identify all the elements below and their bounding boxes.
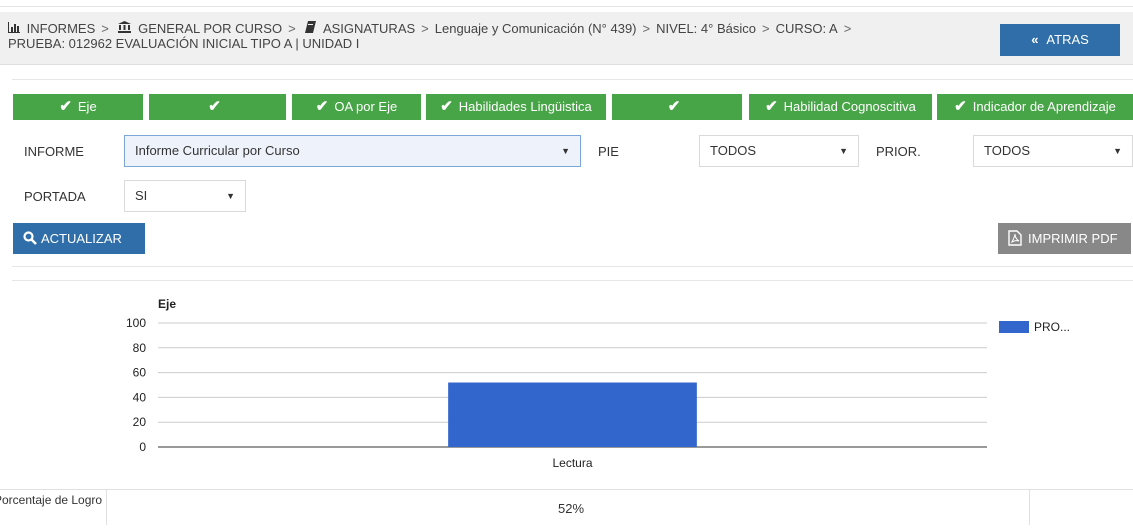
check-icon: ✔ [954, 98, 967, 115]
divider [12, 266, 1133, 267]
porcentaje-logro-value: 52% [113, 490, 1030, 525]
bar-lectura [448, 382, 697, 447]
check-icon: ✔ [59, 98, 72, 115]
top-divider [0, 6, 1133, 7]
breadcrumb-separator: > [288, 21, 296, 36]
check-icon: ✔ [208, 98, 221, 115]
informe-label: INFORME [24, 144, 84, 159]
atras-label: ATRAS [1046, 32, 1089, 47]
portada-select-value: SI [135, 188, 148, 203]
pie-label: PIE [598, 144, 619, 159]
divider [12, 79, 1133, 80]
check-icon: ✔ [440, 98, 453, 115]
x-tick-label: Lectura [552, 456, 592, 470]
report-tabs: ✔ Eje ✔ ✔ OA por Eje ✔ Habilidades Lingüist… [13, 94, 1133, 120]
breadcrumb-general[interactable]: GENERAL POR CURSO [138, 21, 282, 36]
tab-habilidad-cognoscitiva[interactable]: ✔ Habilidad Cognoscitiva [749, 94, 932, 120]
breadcrumb: INFORMES > GENERAL POR CURSO > ASIGNATURAS… [8, 21, 968, 51]
y-tick-label: 0 [139, 440, 146, 454]
y-tick-label: 20 [133, 415, 147, 429]
tab-label: Indicador de Aprendizaje [972, 99, 1116, 114]
caret-down-icon: ▼ [561, 146, 570, 156]
pdf-file-icon [1008, 230, 1022, 246]
tab-habilidades-linguistica[interactable]: ✔ Habilidades Lingüistica [426, 94, 606, 120]
caret-down-icon: ▼ [839, 146, 848, 156]
tab-label: Eje [77, 99, 97, 114]
bank-icon [115, 21, 135, 36]
porcentaje-logro-label: Porcentaje de Logro [0, 490, 107, 525]
breadcrumb-separator: > [642, 21, 651, 36]
y-tick-label: 60 [133, 366, 147, 380]
divider [12, 280, 1133, 281]
caret-down-icon: ▼ [1113, 146, 1122, 156]
breadcrumb-asignaturas[interactable]: ASIGNATURAS [323, 21, 415, 36]
tab-unlabeled-2[interactable]: ✔ [612, 94, 742, 120]
y-tick-label: 80 [133, 341, 147, 355]
breadcrumb-separator: > [421, 21, 429, 36]
imprimir-pdf-label: IMPRIMIR PDF [1028, 231, 1118, 246]
pie-select-value: TODOS [710, 143, 756, 158]
eje-bar-chart: Eje 0 20 40 60 80 100 Lectura PRO... [126, 297, 1070, 470]
bar-chart-icon [8, 21, 24, 36]
tab-eje[interactable]: ✔ Eje [13, 94, 143, 120]
breadcrumb-separator: > [843, 21, 852, 36]
prior-select[interactable]: TODOS ▼ [973, 135, 1133, 167]
breadcrumb-prueba: PRUEBA: 012962 EVALUACIÓN INICIAL TIPO A… [8, 36, 360, 51]
prior-select-value: TODOS [984, 143, 1030, 158]
tab-label: Habilidades Lingüistica [458, 99, 592, 114]
atras-button[interactable]: « ATRAS [1000, 24, 1120, 56]
legend-swatch [999, 321, 1029, 333]
y-tick-label: 100 [126, 316, 146, 330]
actualizar-label: ACTUALIZAR [41, 231, 122, 246]
breadcrumb-asignatura[interactable]: Lenguaje y Comunicación (N° 439) [435, 21, 637, 36]
double-chevron-left-icon: « [1031, 32, 1039, 47]
result-row: Porcentaje de Logro 52% [0, 489, 1133, 525]
tab-unlabeled-1[interactable]: ✔ [149, 94, 286, 120]
check-icon: ✔ [765, 98, 778, 115]
check-icon: ✔ [315, 98, 329, 115]
tab-indicador-aprendizaje[interactable]: ✔ Indicador de Aprendizaje [937, 94, 1133, 120]
breadcrumb-separator: > [101, 21, 109, 36]
portada-label: PORTADA [24, 189, 86, 204]
pie-select[interactable]: TODOS ▼ [699, 135, 859, 167]
y-tick-label: 40 [133, 390, 147, 404]
tab-label: Habilidad Cognoscitiva [783, 99, 916, 114]
breadcrumb-separator: > [761, 21, 770, 36]
legend-label: PRO... [1034, 320, 1070, 334]
chart-title: Eje [158, 297, 176, 311]
informe-select[interactable]: Informe Curricular por Curso ▼ [124, 135, 581, 167]
check-icon: ✔ [667, 98, 681, 115]
imprimir-pdf-button[interactable]: IMPRIMIR PDF [998, 223, 1131, 254]
prior-label: PRIOR. [876, 144, 921, 159]
portada-select[interactable]: SI ▼ [124, 180, 246, 212]
breadcrumb-curso[interactable]: CURSO: A [776, 21, 838, 36]
caret-down-icon: ▼ [226, 191, 235, 201]
tab-label: OA por Eje [334, 99, 398, 114]
breadcrumb-nivel[interactable]: NIVEL: 4° Básico [656, 21, 756, 36]
informe-select-value: Informe Curricular por Curso [135, 143, 300, 158]
breadcrumb-informes[interactable]: INFORMES [27, 21, 96, 36]
tab-oa-por-eje[interactable]: ✔ OA por Eje [292, 94, 421, 120]
actualizar-button[interactable]: ACTUALIZAR [13, 223, 145, 254]
book-icon [302, 21, 320, 36]
breadcrumb-bar: INFORMES > GENERAL POR CURSO > ASIGNATURAS… [0, 12, 1133, 65]
search-icon [23, 231, 37, 245]
